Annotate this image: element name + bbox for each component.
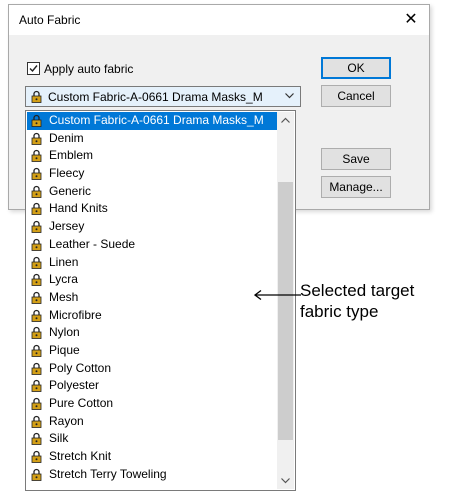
lock-icon <box>31 203 42 216</box>
list-item[interactable]: Emblem <box>27 147 278 165</box>
scroll-down-button[interactable] <box>277 472 294 489</box>
lock-icon <box>31 468 42 481</box>
list-item[interactable]: Pure Cotton <box>27 395 278 413</box>
list-item-label: Microfibre <box>49 307 102 322</box>
list-item-label: Rayon <box>49 413 84 428</box>
chevron-down-icon[interactable] <box>285 93 294 99</box>
fabric-list-items: Custom Fabric-A-0661 Drama Masks_M Denim E… <box>27 112 278 483</box>
list-item-label: Custom Fabric-A-0661 Drama Masks_M <box>49 113 264 127</box>
lock-icon <box>31 380 42 393</box>
list-item[interactable]: Custom Fabric-A-0661 Drama Masks_M <box>27 112 278 130</box>
callout-line-2: fabric type <box>300 302 379 321</box>
list-item[interactable]: Lycra <box>27 271 278 289</box>
list-item-label: Hand Knits <box>49 201 108 216</box>
save-button[interactable]: Save <box>321 148 391 170</box>
list-item[interactable]: Leather - Suede <box>27 236 278 254</box>
list-item-label: Silk <box>49 431 69 446</box>
combo-value: Custom Fabric-A-0661 Drama Masks_M <box>48 90 263 104</box>
list-item[interactable]: Hand Knits <box>27 200 278 218</box>
title-bar: Auto Fabric ✕ <box>9 5 429 35</box>
lock-icon <box>31 362 42 375</box>
list-item[interactable]: Nylon <box>27 324 278 342</box>
list-item[interactable]: Denim <box>27 130 278 148</box>
lock-icon <box>31 433 42 446</box>
list-item-label: Pique <box>49 342 80 357</box>
callout-line-1: Selected target <box>300 281 415 300</box>
list-item[interactable]: Silk <box>27 430 278 448</box>
dialog-title: Auto Fabric <box>19 13 81 27</box>
lock-icon <box>31 327 42 340</box>
list-item-label: Jersey <box>49 219 85 234</box>
list-item[interactable]: Generic <box>27 183 278 201</box>
scroll-up-button[interactable] <box>277 112 294 129</box>
list-item-label: Denim <box>49 130 84 145</box>
manage-button[interactable]: Manage... <box>321 176 391 198</box>
lock-icon <box>31 450 42 463</box>
close-icon[interactable]: ✕ <box>399 8 423 32</box>
checkmark-icon <box>29 65 38 73</box>
list-item-label: Lycra <box>49 272 78 287</box>
list-item[interactable]: Pique <box>27 342 278 360</box>
chevron-up-icon <box>281 117 290 123</box>
arrow-left-icon <box>253 289 301 301</box>
lock-icon <box>31 90 42 103</box>
lock-icon <box>31 415 42 428</box>
lock-icon <box>31 238 42 251</box>
lock-icon <box>31 114 42 127</box>
list-item[interactable]: Stretch Knit <box>27 448 278 466</box>
list-item-label: Polyester <box>49 378 100 393</box>
list-item-label: Nylon <box>49 325 80 340</box>
list-item[interactable]: Fleecy <box>27 165 278 183</box>
list-item-label: Stretch Terry Toweling <box>49 466 167 481</box>
list-item-label: Poly Cotton <box>49 360 112 375</box>
lock-icon <box>31 309 42 322</box>
chevron-down-icon <box>281 478 290 484</box>
list-item-label: Emblem <box>49 148 94 163</box>
fabric-combo[interactable]: Custom Fabric-A-0661 Drama Masks_M <box>25 86 301 107</box>
list-item[interactable]: Poly Cotton <box>27 360 278 378</box>
lock-icon <box>31 344 42 357</box>
list-item-label: Generic <box>49 183 92 198</box>
list-item[interactable]: Stretch Terry Toweling <box>27 466 278 484</box>
list-item[interactable]: Polyester <box>27 377 278 395</box>
list-item[interactable]: Jersey <box>27 218 278 236</box>
list-item-label: Fleecy <box>49 166 85 181</box>
list-item-label: Pure Cotton <box>49 396 114 410</box>
ok-button[interactable]: OK <box>321 57 391 79</box>
list-item-label: Linen <box>49 254 79 269</box>
lock-icon <box>31 185 42 198</box>
lock-icon <box>31 397 42 410</box>
list-item[interactable]: Linen <box>27 254 278 272</box>
list-item-label: Stretch Knit <box>49 449 112 464</box>
scroll-thumb[interactable] <box>278 182 293 440</box>
checkbox-box[interactable] <box>27 62 40 75</box>
lock-icon <box>31 291 42 304</box>
list-item[interactable]: Rayon <box>27 413 278 431</box>
lock-icon <box>31 150 42 163</box>
lock-icon <box>31 220 42 234</box>
lock-icon <box>31 132 42 145</box>
lock-icon <box>31 167 42 180</box>
checkbox-label: Apply auto fabric <box>44 62 134 76</box>
callout-annotation: Selected target fabric type <box>300 280 414 322</box>
list-item-label: Leather - Suede <box>49 236 136 251</box>
list-item[interactable]: Mesh <box>27 289 278 307</box>
lock-icon <box>31 274 42 287</box>
lock-icon <box>31 256 42 269</box>
list-item-label: Mesh <box>49 289 79 304</box>
list-item[interactable]: Microfibre <box>27 307 278 325</box>
cancel-button[interactable]: Cancel <box>321 85 391 107</box>
